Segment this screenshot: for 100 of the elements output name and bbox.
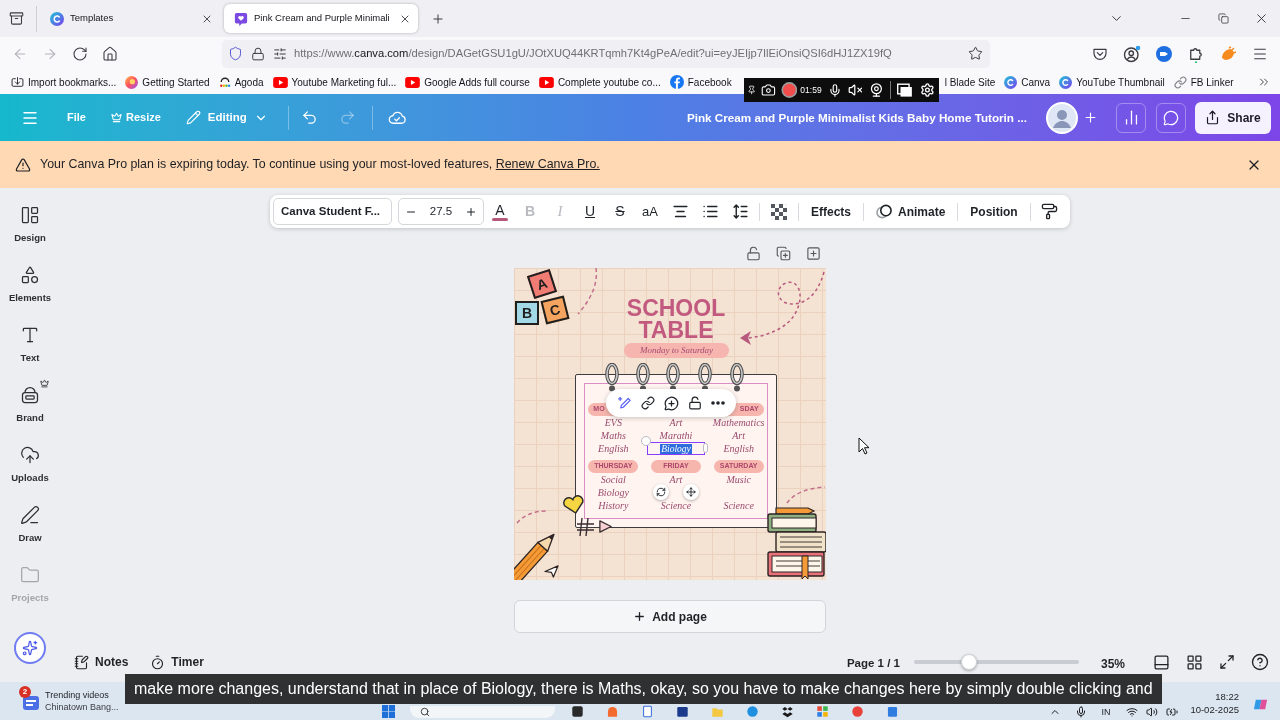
subject-text: Art (732, 429, 746, 442)
circle-app-icon (745, 705, 759, 718)
rotate-handle[interactable] (653, 484, 669, 500)
zoom-slider[interactable] (914, 654, 1079, 670)
resize-handle[interactable] (641, 436, 651, 446)
sidebar-item[interactable]: Brand (1, 382, 59, 434)
text-color-button[interactable]: A (485, 197, 515, 226)
pencil-icon (185, 110, 201, 125)
dashed-line-drawing (516, 510, 548, 524)
font-dropdown[interactable]: Canva Student F... (273, 198, 392, 225)
spiral-ring-icon (730, 363, 744, 393)
site-logo-icon (1004, 75, 1018, 89)
bookmark-item[interactable]: Import bookmarks... (8, 72, 120, 92)
resize-handle[interactable] (703, 443, 708, 453)
dotted-logo-icon (218, 76, 231, 88)
bookmark-item[interactable]: Agoda (215, 72, 267, 92)
sidebar-item[interactable]: Elements (1, 262, 59, 314)
more-icon (711, 401, 725, 405)
browser-tab[interactable]: Pink Cream and Purple Minimali (224, 4, 418, 33)
subject-text: Social (600, 473, 626, 486)
font-size-field[interactable]: 27.5 (429, 202, 453, 221)
bookmark-item[interactable]: Google Adds full course (402, 72, 533, 92)
animate-button[interactable]: Animate (868, 197, 954, 226)
paper-plane-icon (544, 565, 559, 578)
subject-text: English (598, 442, 629, 455)
comments-button[interactable] (1156, 102, 1186, 133)
subject-text: History (598, 499, 629, 512)
strikethrough-button[interactable]: S (605, 197, 635, 226)
folder-icon (20, 565, 40, 585)
document-icon (640, 705, 654, 718)
animate-icon (876, 204, 893, 219)
redo-icon (339, 109, 357, 126)
move-icon (686, 487, 696, 497)
sidebar-item[interactable]: Draw (1, 502, 59, 554)
rotate-icon (656, 487, 666, 497)
address-field[interactable]: https://www.canva.com/design/DAGetGSU1gU/JOtXUQ44KRTqmh7Kt4gPeA/edit?ui=eyJEIjp7IlEiOnsiQSI6dHJ1ZX19fQ (222, 39, 990, 68)
letter-block: C (540, 295, 570, 325)
subject-text: Mathematics (712, 416, 765, 429)
position-button[interactable]: Position (962, 197, 1026, 226)
restore-icon (1217, 13, 1229, 24)
url-text: https://www.canva.com/design/DAGetGSU1gU/JOtXUQ44KRTqmh7Kt4gPeA/edit?ui=eyJEIjp7IlEiOnsiQSI6dHJ1ZX19fQ (294, 46, 892, 62)
keyboard-language: IN (1101, 707, 1111, 718)
sidebar-item[interactable]: Text (1, 322, 59, 374)
bookmark-item[interactable]: Youtube Marketing ful... (269, 72, 400, 92)
help-icon (1251, 653, 1269, 671)
facebook-logo-icon (669, 75, 684, 89)
bookmark-item[interactable]: Canva (1001, 72, 1054, 92)
notification-badge: 2 (19, 686, 31, 698)
text-selection-box[interactable]: Biology (647, 442, 705, 455)
insights-button[interactable] (1116, 102, 1146, 133)
new-page-button[interactable] (804, 244, 822, 262)
slider-thumb[interactable] (960, 654, 977, 670)
page-indicator: Page 1 / 1 (846, 656, 900, 671)
magic-button[interactable] (14, 632, 46, 664)
sidebar-item[interactable]: Uploads (1, 442, 59, 494)
underline-button[interactable]: U (575, 197, 605, 226)
taskbar-app-button[interactable] (674, 705, 690, 718)
start-button[interactable] (380, 705, 396, 718)
bookmark-item[interactable]: Facebook (666, 72, 735, 92)
move-handle[interactable] (683, 484, 699, 500)
comment-plus-icon (663, 395, 679, 411)
share-button[interactable]: Share (1195, 101, 1271, 134)
extension-icon (1220, 45, 1236, 62)
bookmark-item[interactable]: l Blade Site (941, 72, 999, 92)
sidebar-item[interactable]: Design (1, 202, 59, 254)
scribble-icon (576, 517, 596, 537)
avatar-icon (1046, 101, 1078, 134)
letter-case-button[interactable]: aA (635, 197, 665, 226)
add-page-button[interactable]: Add page (514, 600, 826, 633)
subject-text: Music (726, 473, 751, 486)
crown-icon (110, 112, 122, 123)
subject-text: Science (723, 499, 754, 512)
taskbar-app-button[interactable] (569, 705, 585, 718)
renew-link[interactable]: Renew Canva Pro. (495, 157, 600, 172)
padlock-icon (251, 46, 265, 61)
grid-app-icon (815, 705, 829, 718)
bookmark-item[interactable]: Getting Started (122, 72, 213, 92)
archive-box-icon (8, 11, 24, 26)
bookmark-item[interactable]: Complete youtube co... (535, 72, 664, 92)
copy-plus-icon (775, 245, 791, 261)
banner-message: Your Canva Pro plan is expiring today. To continue using your most-loved features, Renew Canva Pro. (40, 156, 600, 174)
browser-tab[interactable]: Templates (40, 4, 220, 33)
taskbar-search-field[interactable] (410, 706, 555, 718)
text-icon (20, 325, 40, 345)
widget-title: Trending videos (45, 689, 109, 701)
duplicate-page-button[interactable] (774, 244, 792, 262)
selected-subject-text: Biology (660, 443, 692, 454)
speaker-icon (1146, 706, 1159, 718)
bookmark-item[interactable]: YouTube Thumbnail (1056, 72, 1168, 92)
lock-page-button[interactable] (744, 244, 762, 262)
news-widget[interactable]: 2 Trending videos Chinatown Bang... (19, 685, 119, 717)
search-icon (420, 707, 430, 717)
align-center-icon (671, 203, 689, 220)
notes-icon (74, 654, 89, 670)
video-play-icon (538, 76, 554, 88)
effects-button[interactable]: Effects (803, 197, 859, 226)
bookmark-item[interactable]: FB Linker (1170, 72, 1237, 92)
share-icon (1205, 110, 1221, 125)
timer-button[interactable]: Timer (148, 652, 206, 672)
notes-button[interactable]: Notes (72, 652, 131, 672)
